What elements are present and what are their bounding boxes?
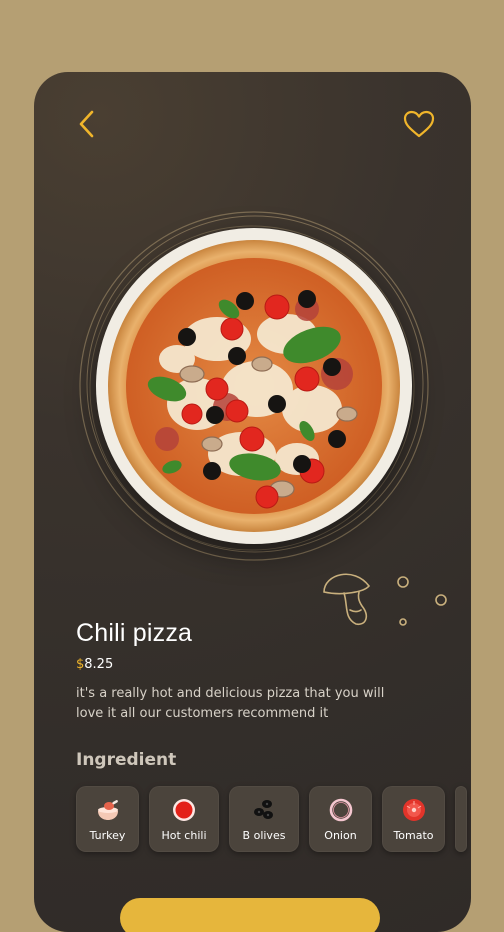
add-to-cart-button[interactable]: [120, 898, 380, 932]
ingredient-label: Onion: [324, 828, 357, 842]
ingredient-list: Turkey Hot chili B olives Onion Tomato: [76, 786, 471, 856]
ingredient-section-title: Ingredient: [76, 750, 177, 770]
ingredient-label: B olives: [242, 828, 286, 842]
ingredient-chip-hot-chili[interactable]: Hot chili: [149, 786, 219, 852]
product-description: it's a really hot and delicious pizza th…: [76, 686, 385, 721]
chevron-left-icon: [79, 110, 94, 138]
hot-chili-icon: [171, 797, 197, 823]
tomato-icon: [401, 797, 427, 823]
price-value: 8.25: [84, 657, 114, 672]
onion-icon: [328, 797, 354, 823]
ingredient-chip-tomato[interactable]: Tomato: [382, 786, 445, 852]
favorite-button[interactable]: [402, 108, 436, 140]
pizza-image: [74, 206, 434, 566]
back-button[interactable]: [72, 109, 102, 139]
ingredient-label: Tomato: [393, 828, 434, 842]
ingredient-chip-more[interactable]: [455, 786, 467, 852]
ingredient-chip-onion[interactable]: Onion: [309, 786, 372, 852]
mushroom-doodle-icon: [323, 573, 447, 626]
ingredient-chip-turkey[interactable]: Turkey: [76, 786, 139, 852]
ingredient-label: Hot chili: [161, 828, 207, 842]
turkey-icon: [95, 797, 121, 823]
product-detail-card: Chili pizza $8.25 it's a really hot and …: [34, 72, 471, 932]
product-title: Chili pizza: [76, 619, 193, 647]
ingredient-chip-black-olives[interactable]: B olives: [229, 786, 299, 852]
product-price: $8.25: [76, 657, 113, 672]
pizza: [108, 240, 400, 532]
ingredient-label: Turkey: [89, 828, 126, 842]
black-olives-icon: [251, 797, 277, 823]
heart-icon: [403, 110, 435, 138]
